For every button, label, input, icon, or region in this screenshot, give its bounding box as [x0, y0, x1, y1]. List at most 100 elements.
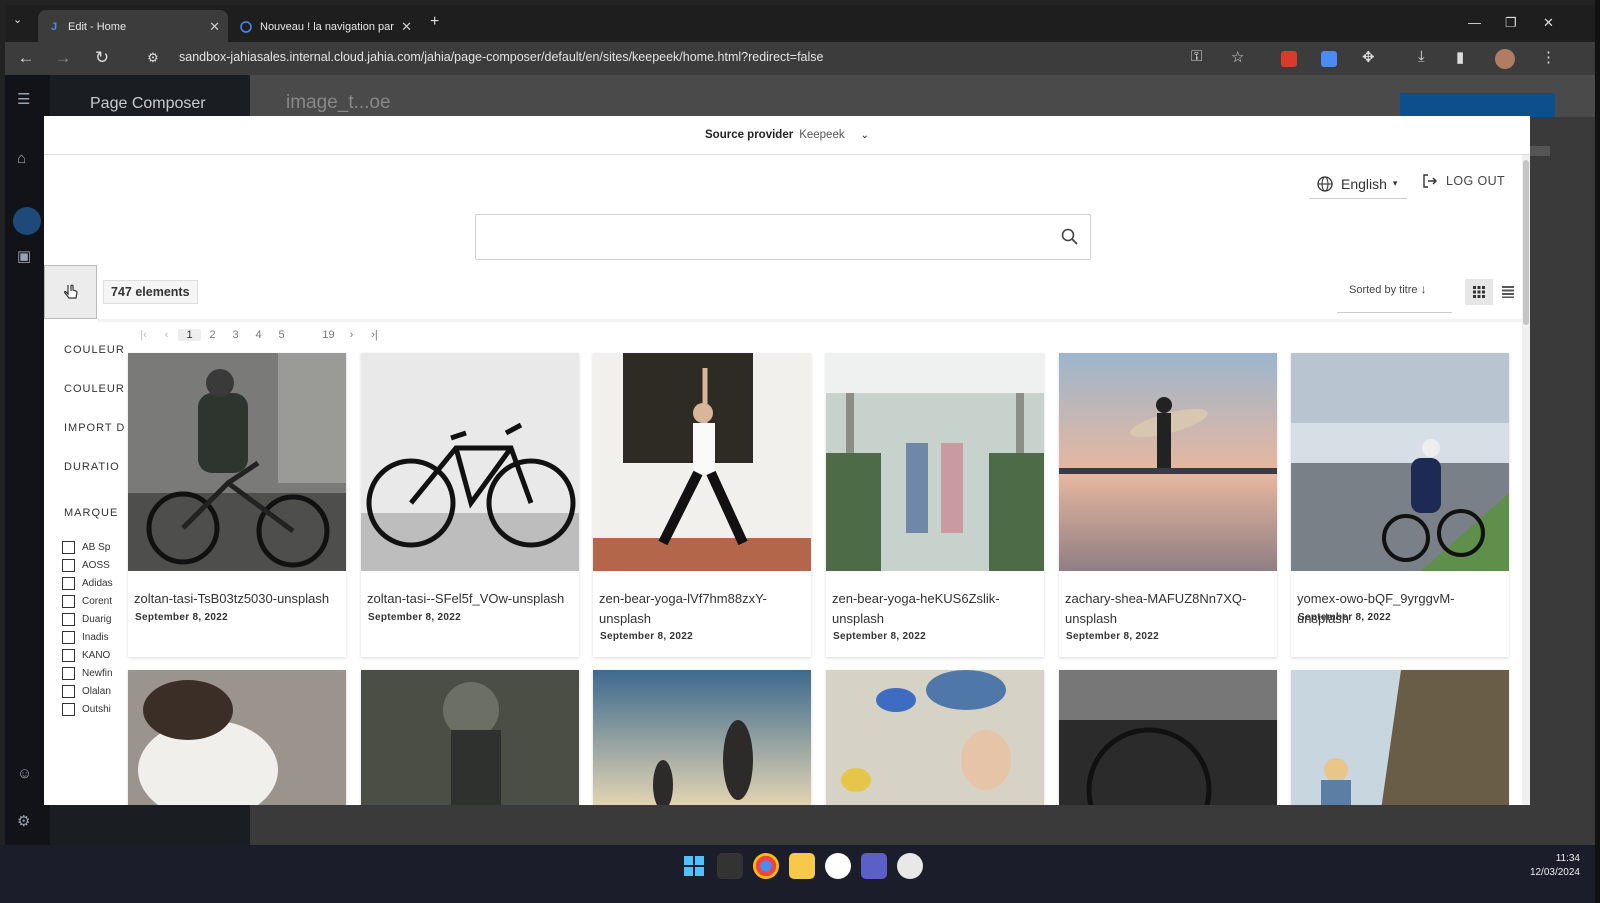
brand-checkbox[interactable]: AB Sp: [62, 541, 110, 554]
asset-card[interactable]: zoltan-tasi--SFel5f_VOw-unsplash Septembe…: [361, 353, 579, 657]
filter-heading[interactable]: IMPORT D: [64, 422, 125, 434]
asset-thumbnail[interactable]: [1291, 353, 1509, 571]
extension-blue-icon[interactable]: [1321, 51, 1337, 67]
restore-icon[interactable]: ❐: [1505, 15, 1517, 31]
asset-thumbnail[interactable]: [361, 670, 579, 805]
page-2[interactable]: 2: [201, 329, 224, 341]
checkbox-box[interactable]: [62, 613, 75, 626]
asset-thumbnail[interactable]: [593, 670, 811, 805]
brand-checkbox[interactable]: Olalan: [62, 685, 111, 698]
windows-start-icon[interactable]: [681, 853, 707, 879]
asset-card[interactable]: zen-bear-yoga-lVf7hm88zxY-unsplash Septem…: [593, 353, 811, 657]
asset-card[interactable]: zoltan-tasi-TsB03tz5030-unsplash Septembe…: [128, 353, 346, 657]
notification-app-icon[interactable]: [897, 853, 923, 879]
filter-heading[interactable]: COULEUR: [64, 344, 125, 356]
extension-red-icon[interactable]: [1281, 51, 1297, 67]
asset-card[interactable]: [593, 670, 811, 805]
menu-kebab-icon[interactable]: ⋮: [1541, 48, 1556, 66]
back-icon[interactable]: ←: [15, 48, 37, 68]
first-page-icon[interactable]: |‹: [132, 329, 155, 341]
teams-app-icon[interactable]: [861, 853, 887, 879]
sort-selector[interactable]: Sorted by titre ↓: [1337, 282, 1452, 313]
publish-button[interactable]: [1400, 93, 1555, 117]
user-icon[interactable]: ☺: [17, 765, 32, 782]
tab-list-icon[interactable]: ⌄: [13, 13, 22, 26]
filter-heading[interactable]: COULEUR: [64, 383, 125, 395]
media-icon[interactable]: ▣: [17, 247, 31, 265]
chrome-app-icon[interactable]: [753, 853, 779, 879]
address-bar[interactable]: sandbox-jahiasales.internal.cloud.jahia.…: [179, 50, 823, 64]
checkbox-box[interactable]: [62, 703, 75, 716]
minimize-icon[interactable]: —: [1468, 15, 1481, 30]
slack-app-icon[interactable]: [825, 853, 851, 879]
brand-checkbox[interactable]: Inadis: [62, 631, 109, 644]
source-provider-select[interactable]: Keepeek: [799, 129, 844, 141]
brand-checkbox[interactable]: AOSS: [62, 559, 110, 572]
forward-icon[interactable]: →: [52, 48, 74, 68]
bookmark-star-icon[interactable]: ☆: [1231, 48, 1244, 66]
filter-toggle-button[interactable]: [44, 265, 97, 319]
brand-checkbox[interactable]: KANO: [62, 649, 110, 662]
page-3[interactable]: 3: [224, 329, 247, 341]
asset-thumbnail[interactable]: [1059, 353, 1277, 571]
chevron-down-icon[interactable]: ⌄: [861, 130, 869, 141]
window-close-icon[interactable]: ✕: [1543, 15, 1554, 31]
file-explorer-icon[interactable]: [789, 853, 815, 879]
checkbox-box[interactable]: [62, 685, 75, 698]
system-clock[interactable]: 11:34 12/03/2024: [1520, 852, 1580, 880]
prev-page-icon[interactable]: ‹: [155, 329, 178, 341]
settings-gear-icon[interactable]: ⚙: [17, 812, 30, 830]
tab-nouveau[interactable]: Nouveau ! la navigation par ✕: [230, 10, 420, 43]
list-view-button[interactable]: [1494, 279, 1522, 305]
asset-card[interactable]: [1291, 670, 1509, 805]
checkbox-box[interactable]: [62, 541, 75, 554]
asset-card[interactable]: zen-bear-yoga-heKUS6Zslik-unsplash Septem…: [826, 353, 1044, 657]
tab-edit-home[interactable]: J Edit - Home ✕: [38, 10, 228, 43]
page-1[interactable]: 1: [178, 329, 201, 341]
home-icon[interactable]: ⌂: [17, 150, 26, 167]
brand-checkbox[interactable]: Outshi: [62, 703, 111, 716]
asset-card[interactable]: [1059, 670, 1277, 805]
brand-checkbox[interactable]: Corent: [62, 595, 112, 608]
last-page-icon[interactable]: ›|: [363, 329, 386, 341]
page-last[interactable]: 19: [317, 329, 340, 341]
asset-thumbnail[interactable]: [361, 353, 579, 571]
site-info-icon[interactable]: ⚙: [142, 50, 164, 66]
page-composer-nav-icon[interactable]: [13, 207, 41, 235]
asset-card[interactable]: [826, 670, 1044, 805]
close-tab-icon[interactable]: ✕: [401, 19, 412, 35]
filter-heading[interactable]: MARQUE: [64, 507, 118, 519]
sidebar-icon[interactable]: ▮: [1456, 48, 1464, 66]
language-selector[interactable]: English ▾: [1309, 173, 1408, 199]
reload-icon[interactable]: ↻: [91, 48, 113, 68]
next-page-icon[interactable]: ›: [340, 329, 363, 341]
asset-card[interactable]: [361, 670, 579, 805]
hamburger-icon[interactable]: ☰: [17, 90, 30, 108]
profile-avatar[interactable]: [1495, 49, 1515, 69]
asset-thumbnail[interactable]: [1059, 670, 1277, 805]
asset-thumbnail[interactable]: [826, 353, 1044, 571]
new-tab-icon[interactable]: +: [430, 13, 439, 31]
asset-thumbnail[interactable]: [593, 353, 811, 571]
page-5[interactable]: 5: [270, 329, 293, 341]
checkbox-box[interactable]: [62, 649, 75, 662]
asset-card[interactable]: zachary-shea-MAFUZ8Nn7XQ-unsplash Septemb…: [1059, 353, 1277, 657]
extensions-puzzle-icon[interactable]: ✥: [1362, 48, 1375, 66]
brand-checkbox[interactable]: Duarig: [62, 613, 111, 626]
search-icon[interactable]: [1060, 227, 1080, 247]
logout-button[interactable]: LOG OUT: [1422, 173, 1505, 189]
asset-thumbnail[interactable]: [826, 670, 1044, 805]
filter-heading[interactable]: DURATIO: [64, 461, 120, 473]
checkbox-box[interactable]: [62, 631, 75, 644]
checkbox-box[interactable]: [62, 667, 75, 680]
asset-thumbnail[interactable]: [128, 353, 346, 571]
checkbox-box[interactable]: [62, 559, 75, 572]
asset-thumbnail[interactable]: [128, 670, 346, 805]
brand-checkbox[interactable]: Adidas: [62, 577, 113, 590]
scrollbar-thumb[interactable]: [1523, 160, 1529, 325]
search-input[interactable]: [476, 215, 1036, 259]
download-icon[interactable]: ⤓: [1418, 48, 1425, 65]
password-key-icon[interactable]: ⚿: [1191, 48, 1202, 65]
brand-checkbox[interactable]: Newfin: [62, 667, 113, 680]
grid-view-button[interactable]: [1465, 279, 1493, 305]
